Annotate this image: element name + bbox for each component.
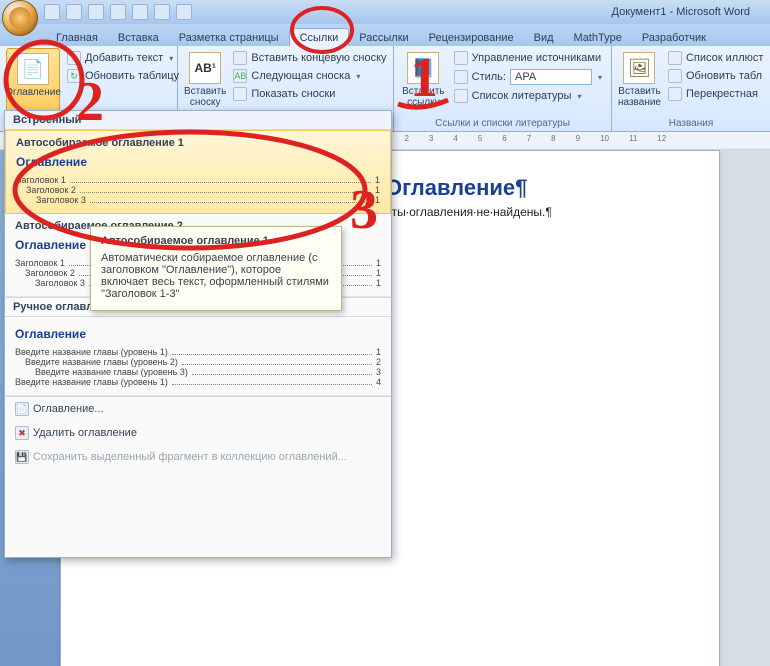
next-footnote-label: Следующая сноска: [251, 70, 350, 82]
tab-mathtype[interactable]: MathType: [564, 29, 632, 46]
tab-developer[interactable]: Разработчик: [632, 29, 716, 46]
style-icon: [454, 70, 468, 84]
office-logo-icon: [9, 7, 31, 29]
toc-gallery-item-manual[interactable]: Оглавление Введите название главы (урове…: [5, 317, 391, 396]
qat-more-icon[interactable]: [176, 4, 192, 20]
crossref-button[interactable]: Перекрестная: [665, 86, 766, 102]
toc-gallery-footer: 📄 Оглавление... ✖ Удалить оглавление 💾 С…: [5, 396, 391, 469]
insert-endnote-button[interactable]: Вставить концевую сноску: [230, 50, 389, 66]
toc-gallery-item-auto1[interactable]: Автособираемое оглавление 1 Оглавление З…: [5, 130, 391, 214]
save-icon: 💾: [15, 450, 29, 464]
bibliography-label: Список литературы: [472, 90, 572, 102]
chevron-down-icon: ▾: [356, 72, 360, 81]
window-title: Документ1 - Microsoft Word: [612, 6, 750, 18]
tof-button[interactable]: Список иллюст: [665, 50, 766, 66]
toc-remove-button[interactable]: ✖ Удалить оглавление: [5, 421, 391, 445]
insert-caption-label: Вставить название: [618, 86, 661, 108]
tab-home[interactable]: Главная: [46, 29, 108, 46]
next-footnote-button[interactable]: AB Следующая сноска ▾: [230, 68, 389, 84]
office-button[interactable]: [2, 0, 38, 36]
qat-preview-icon[interactable]: [154, 4, 170, 20]
group-captions-label: Названия: [612, 117, 770, 131]
quick-access-toolbar: [44, 4, 192, 20]
toc-item-title: Автособираемое оглавление 1: [16, 137, 380, 149]
chevron-down-icon: ▾: [577, 92, 581, 101]
toc-button-label: Оглавление: [5, 87, 61, 98]
doc-body-text: нты∙оглавления∙не∙найдены.¶: [385, 205, 695, 219]
tab-view[interactable]: Вид: [524, 29, 564, 46]
group-citations: 📘 Вставить ссылку Управление источниками…: [394, 46, 612, 131]
ribbon-tabs: Главная Вставка Разметка страницы Ссылки…: [0, 24, 770, 46]
toc-preview-title: Оглавление: [16, 155, 380, 169]
qat-undo-icon[interactable]: [66, 4, 82, 20]
update-table-label: Обновить таблицу: [85, 70, 179, 82]
toc-save-selection-button: 💾 Сохранить выделенный фрагмент в коллек…: [5, 445, 391, 469]
crossref-icon: [668, 87, 682, 101]
refresh-icon: [668, 69, 682, 83]
group-captions: 🖼 Вставить название Список иллюст Обнови…: [612, 46, 770, 131]
tab-page-layout[interactable]: Разметка страницы: [169, 29, 289, 46]
toc-gallery-dropdown: Встроенный Автособираемое оглавление 1 О…: [4, 110, 392, 558]
update-table-button[interactable]: ↻ Обновить таблицу: [64, 68, 182, 84]
add-text-button[interactable]: + Добавить текст ▾: [64, 50, 182, 66]
caption-icon: 🖼: [623, 52, 655, 84]
tooltip: Автособираемое оглавление 1 Автоматическ…: [90, 226, 342, 311]
bibliography-button[interactable]: Список литературы ▾: [451, 88, 605, 104]
toc-custom-button[interactable]: 📄 Оглавление...: [5, 397, 391, 421]
tab-references[interactable]: Ссылки: [289, 28, 350, 46]
toc-custom-label: Оглавление...: [33, 403, 104, 415]
update-tof-label: Обновить табл: [686, 70, 762, 82]
chevron-down-icon[interactable]: ▾: [598, 73, 602, 82]
citation-style-row: Стиль: APA ▾: [451, 68, 605, 86]
qat-redo-icon[interactable]: [88, 4, 104, 20]
show-notes-label: Показать сноски: [251, 88, 335, 100]
toc-preview-title: Оглавление: [15, 327, 381, 341]
manage-sources-label: Управление источниками: [472, 52, 601, 64]
style-value: APA: [515, 71, 536, 83]
group-citations-label: Ссылки и списки литературы: [394, 117, 611, 131]
insert-citation-label: Вставить ссылку: [400, 86, 447, 108]
update-tof-button[interactable]: Обновить табл: [665, 68, 766, 84]
tab-mailings[interactable]: Рассылки: [349, 29, 418, 46]
bibliography-icon: [454, 89, 468, 103]
style-label: Стиль:: [472, 71, 506, 83]
add-text-label: Добавить текст: [85, 52, 163, 64]
style-dropdown[interactable]: APA: [510, 69, 592, 85]
tof-icon: [668, 51, 682, 65]
manage-sources-button[interactable]: Управление источниками: [451, 50, 605, 66]
refresh-icon: ↻: [67, 69, 81, 83]
insert-footnote-label: Вставить сноску: [184, 86, 226, 108]
ab-icon: AB¹: [189, 52, 221, 84]
show-notes-button[interactable]: Показать сноски: [230, 86, 389, 102]
endnote-icon: [233, 51, 247, 65]
toc-save-selection-label: Сохранить выделенный фрагмент в коллекци…: [33, 451, 347, 463]
tooltip-body: Автоматически собираемое оглавление (с з…: [101, 252, 329, 300]
toc-icon: 📄: [17, 53, 49, 85]
next-footnote-icon: AB: [233, 69, 247, 83]
plus-icon: +: [67, 51, 81, 65]
qat-open-icon[interactable]: [110, 4, 126, 20]
tab-insert[interactable]: Вставка: [108, 29, 169, 46]
tooltip-title: Автособираемое оглавление 1: [101, 235, 331, 247]
sources-icon: [454, 51, 468, 65]
show-notes-icon: [233, 87, 247, 101]
doc-heading: Оглавление¶: [385, 175, 695, 201]
insert-endnote-label: Вставить концевую сноску: [251, 52, 386, 64]
toc-remove-label: Удалить оглавление: [33, 427, 137, 439]
crossref-label: Перекрестная: [686, 88, 758, 100]
qat-save-icon[interactable]: [44, 4, 60, 20]
qat-print-icon[interactable]: [132, 4, 148, 20]
delete-icon: ✖: [15, 426, 29, 440]
toc-gallery-header-builtin: Встроенный: [5, 111, 391, 130]
tab-review[interactable]: Рецензирование: [419, 29, 524, 46]
citation-icon: 📘: [407, 52, 439, 84]
title-bar: Документ1 - Microsoft Word: [0, 0, 770, 24]
toc-custom-icon: 📄: [15, 402, 29, 416]
tof-label: Список иллюст: [686, 52, 763, 64]
chevron-down-icon: ▾: [169, 54, 173, 63]
